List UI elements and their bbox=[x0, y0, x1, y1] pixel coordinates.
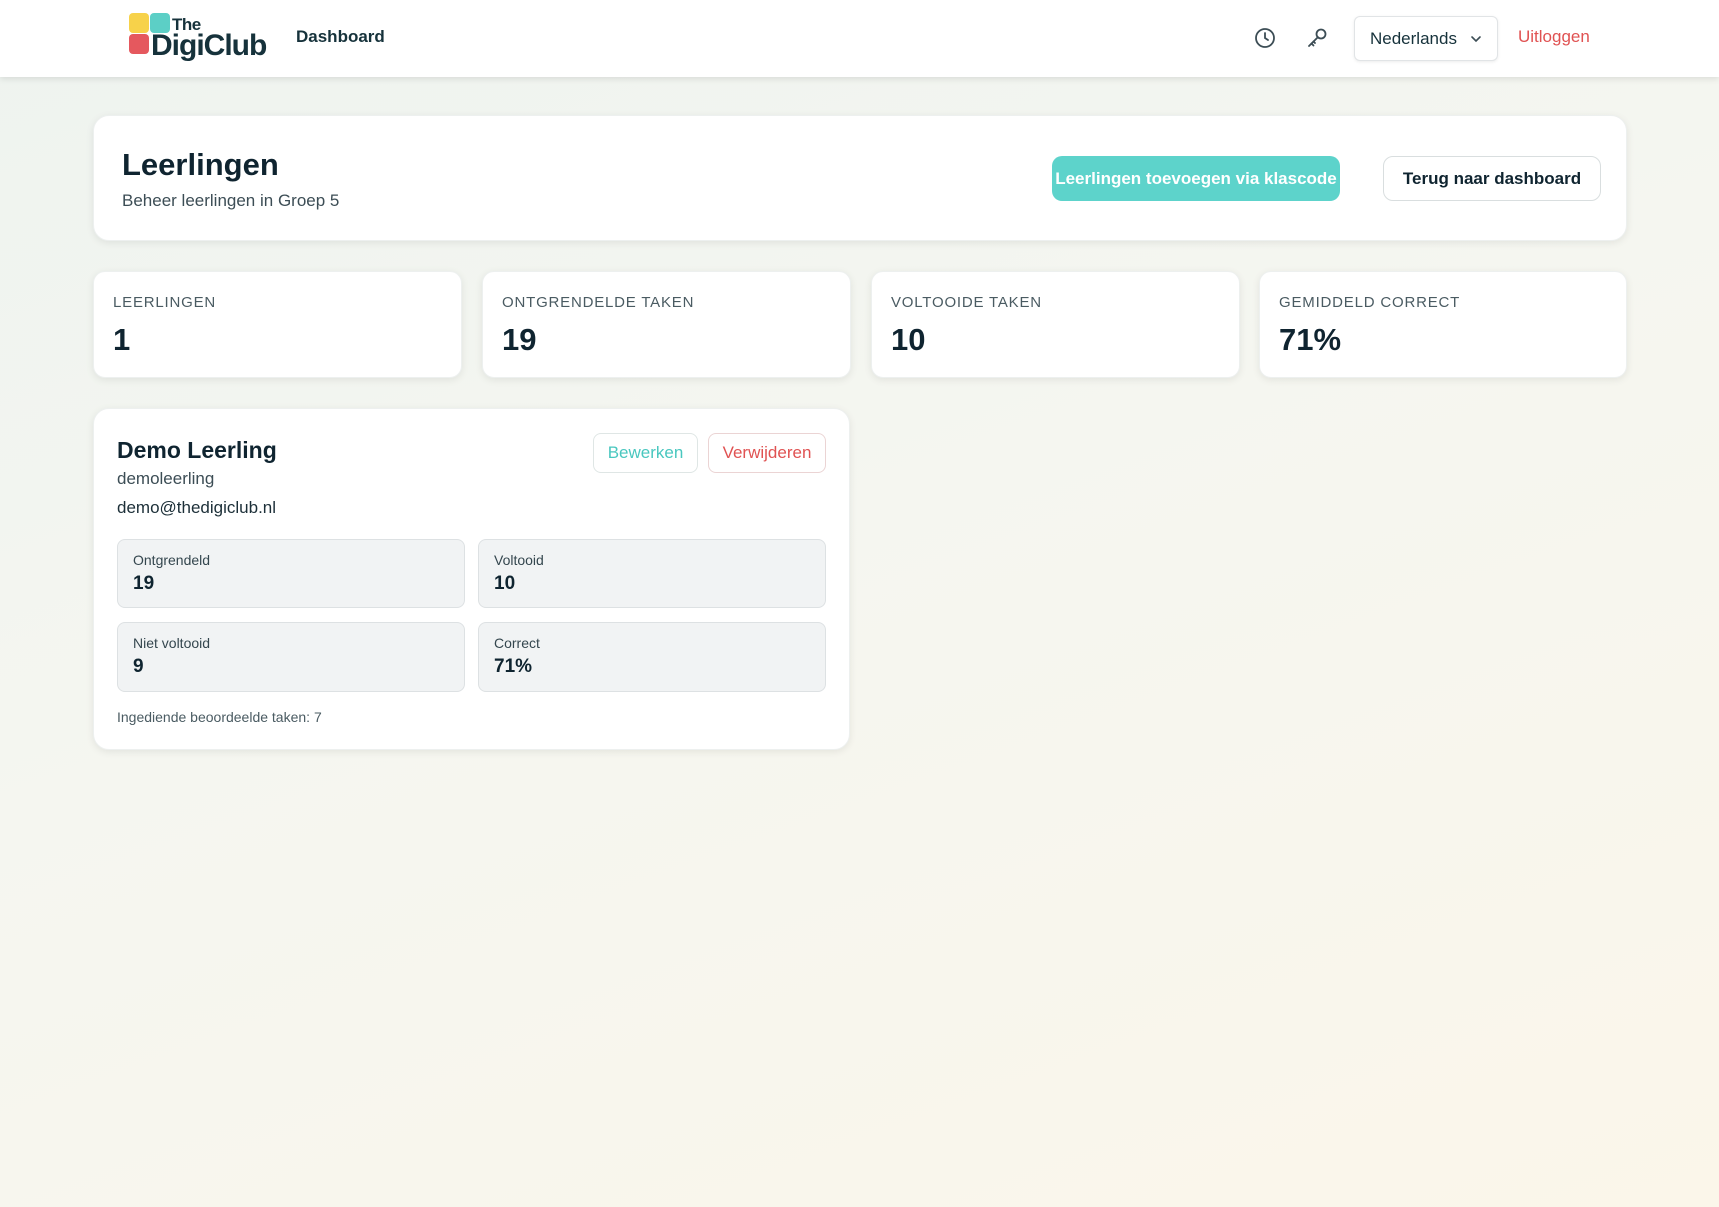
add-students-via-classcode-button[interactable]: Leerlingen toevoegen via klascode bbox=[1052, 156, 1340, 201]
top-navigation-bar: The DigiClub Dashboard Nederlands Uitlog… bbox=[0, 0, 1719, 77]
student-name: Demo Leerling bbox=[117, 437, 277, 463]
stat-card-average-correct: GEMIDDELD CORRECT 71% bbox=[1259, 271, 1627, 378]
metric-label: Ontgrendeld bbox=[133, 552, 211, 568]
key-icon[interactable] bbox=[1303, 24, 1331, 52]
delete-student-button[interactable]: Verwijderen bbox=[708, 433, 826, 473]
stat-card-students: LEERLINGEN 1 bbox=[93, 271, 462, 378]
submitted-graded-tasks-text: Ingediende beoordeelde taken: 7 bbox=[117, 709, 322, 725]
logo-red-square bbox=[129, 34, 149, 54]
metric-unlocked: Ontgrendeld 19 bbox=[117, 539, 465, 608]
stat-value: 71% bbox=[1279, 322, 1342, 357]
logo-text-large: DigiClub bbox=[151, 29, 267, 62]
metric-value: 9 bbox=[133, 656, 144, 677]
nav-dashboard-link[interactable]: Dashboard bbox=[296, 27, 385, 47]
chevron-down-icon bbox=[1471, 36, 1481, 43]
student-card: Demo Leerling demoleerling demo@thedigic… bbox=[93, 408, 850, 750]
metric-label: Voltooid bbox=[494, 552, 544, 568]
metric-label: Niet voltooid bbox=[133, 635, 211, 651]
stat-label: GEMIDDELD CORRECT bbox=[1279, 294, 1461, 311]
stat-value: 1 bbox=[113, 322, 131, 357]
page-subtitle: Beheer leerlingen in Groep 5 bbox=[122, 191, 340, 210]
stat-label: VOLTOOIDE TAKEN bbox=[891, 294, 1042, 311]
metric-value: 71% bbox=[494, 656, 533, 677]
language-select-value: Nederlands bbox=[1370, 28, 1457, 48]
logo-yellow-square bbox=[129, 13, 149, 33]
stat-label: ONTGRENDELDE TAKEN bbox=[502, 294, 695, 311]
metric-label: Correct bbox=[494, 635, 540, 651]
edit-student-button[interactable]: Bewerken bbox=[593, 433, 698, 473]
back-to-dashboard-button[interactable]: Terug naar dashboard bbox=[1383, 156, 1601, 201]
page-title: Leerlingen bbox=[122, 147, 279, 182]
clock-icon[interactable] bbox=[1251, 24, 1279, 52]
student-email: demo@thedigiclub.nl bbox=[117, 498, 277, 517]
page-header-card: Leerlingen Beheer leerlingen in Groep 5 … bbox=[93, 115, 1627, 241]
metric-correct: Correct 71% bbox=[478, 622, 826, 692]
stat-card-unlocked-tasks: ONTGRENDELDE TAKEN 19 bbox=[482, 271, 851, 378]
metric-not-completed: Niet voltooid 9 bbox=[117, 622, 465, 692]
language-select[interactable]: Nederlands bbox=[1354, 16, 1498, 61]
stat-card-completed-tasks: VOLTOOIDE TAKEN 10 bbox=[871, 271, 1240, 378]
stat-value: 10 bbox=[891, 322, 926, 357]
metric-completed: Voltooid 10 bbox=[478, 539, 826, 608]
digiclub-logo[interactable]: The DigiClub bbox=[129, 13, 267, 63]
metric-value: 10 bbox=[494, 573, 516, 594]
stat-value: 19 bbox=[502, 322, 537, 357]
student-username: demoleerling bbox=[117, 469, 215, 488]
stat-label: LEERLINGEN bbox=[113, 294, 217, 311]
metric-value: 19 bbox=[133, 573, 155, 594]
logout-link[interactable]: Uitloggen bbox=[1518, 27, 1590, 47]
